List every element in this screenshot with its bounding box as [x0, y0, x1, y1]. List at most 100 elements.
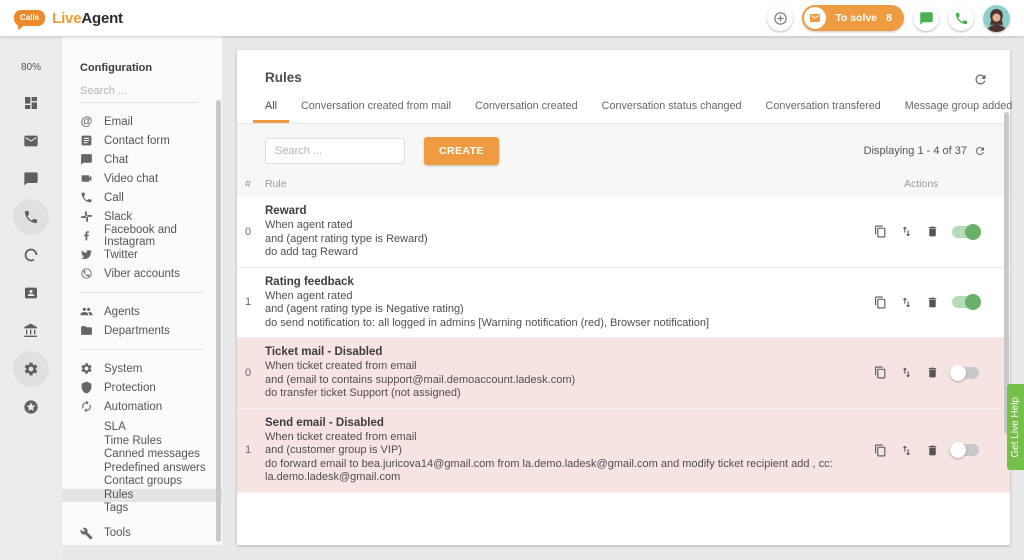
sidebar-item-call[interactable]: Call: [80, 188, 222, 207]
sidebar-item-facebook-and-instagram[interactable]: Facebook and Instagram: [80, 226, 222, 245]
rule-title: Reward: [265, 204, 864, 218]
rail-item-gear[interactable]: [13, 351, 49, 387]
sidebar-subitem-contact-groups[interactable]: Contact groups: [80, 475, 222, 489]
get-live-help-button[interactable]: Get Live Help: [1007, 384, 1024, 470]
refresh-icon[interactable]: [973, 72, 988, 87]
sidebar-item-email[interactable]: @Email: [80, 112, 222, 131]
sidebar-item-label: Slack: [104, 211, 132, 223]
sidebar-item-protection[interactable]: Protection: [80, 378, 222, 397]
rules-list: 0RewardWhen agent ratedand (agent rating…: [237, 197, 1010, 493]
rail-item-star-circle[interactable]: [13, 389, 49, 425]
sidebar-scrollbar[interactable]: [216, 100, 221, 542]
sidebar-subitem-tags[interactable]: Tags: [80, 502, 222, 516]
rule-trash-button[interactable]: [926, 296, 939, 309]
rule-sort-button[interactable]: [900, 225, 913, 238]
sort-icon: [900, 225, 913, 238]
sidebar-subitem-rules[interactable]: Rules: [62, 489, 222, 503]
rule-trash-button[interactable]: [926, 444, 939, 457]
sidebar-item-label: Chat: [104, 154, 128, 166]
sidebar-subitem-sla[interactable]: SLA: [80, 421, 222, 435]
sidebar-item-twitter[interactable]: Twitter: [80, 245, 222, 264]
chats-button[interactable]: [913, 5, 939, 31]
add-new-button[interactable]: [767, 5, 793, 31]
rail-item-ring[interactable]: [13, 237, 49, 273]
liveagent-logo[interactable]: Calls LiveAgent: [14, 10, 123, 27]
avatar[interactable]: [983, 5, 1010, 32]
video-icon: [80, 172, 93, 185]
rule-sort-button[interactable]: [900, 444, 913, 457]
rule-trash-button[interactable]: [926, 225, 939, 238]
availability-percent: 80%: [21, 62, 41, 73]
calls-badge: Calls: [14, 10, 45, 26]
rule-copy-button[interactable]: [874, 444, 887, 457]
to-solve-button[interactable]: To solve 8: [802, 5, 904, 31]
page-title: Rules: [237, 50, 1010, 85]
column-headers: # Rule Actions: [237, 165, 1010, 197]
column-header-actions: Actions: [874, 178, 986, 190]
chat-icon: [80, 153, 93, 166]
tab-conversation-created-from-mail[interactable]: Conversation created from mail: [289, 100, 463, 123]
gear-icon: [80, 362, 93, 375]
left-rail-items: [13, 85, 49, 427]
chat-icon: [23, 171, 39, 187]
rail-item-mail[interactable]: [13, 123, 49, 159]
to-solve-count: 8: [886, 12, 892, 24]
rule-sort-button[interactable]: [900, 296, 913, 309]
sidebar-subitem-predefined-answers[interactable]: Predefined answers: [80, 462, 222, 476]
rail-item-chat[interactable]: [13, 161, 49, 197]
rule-sort-button[interactable]: [900, 366, 913, 379]
rule-trash-button[interactable]: [926, 366, 939, 379]
tab-conversation-created[interactable]: Conversation created: [463, 100, 590, 123]
sidebar-item-video-chat[interactable]: Video chat: [80, 169, 222, 188]
rule-row[interactable]: 0RewardWhen agent ratedand (agent rating…: [237, 197, 1010, 268]
shield-icon: [80, 381, 93, 394]
sidebar-item-automation[interactable]: Automation: [80, 397, 222, 416]
rule-condition-line: and (email to contains support@mail.demo…: [265, 374, 864, 388]
rule-condition-line: When ticket created from email: [265, 360, 864, 374]
sidebar-search-input[interactable]: [80, 79, 198, 103]
tab-conversation-status-changed[interactable]: Conversation status changed: [590, 100, 754, 123]
rail-item-dashboard[interactable]: [13, 85, 49, 121]
sidebar-item-system[interactable]: System: [80, 359, 222, 378]
sidebar-item-contact-form[interactable]: Contact form: [80, 131, 222, 150]
rule-enabled-toggle[interactable]: [952, 444, 979, 456]
calls-button[interactable]: [948, 5, 974, 31]
sidebar-subitem-canned-messages[interactable]: Canned messages: [80, 448, 222, 462]
rule-condition-line: and (agent rating type is Negative ratin…: [265, 303, 864, 317]
sidebar-item-label: Automation: [104, 401, 162, 413]
toggle-knob: [950, 365, 966, 381]
rule-summary: RewardWhen agent ratedand (agent rating …: [265, 204, 874, 260]
sidebar-item-label: Contact form: [104, 135, 170, 147]
sidebar-item-agents[interactable]: Agents: [80, 302, 222, 321]
sidebar-item-departments[interactable]: Departments: [80, 321, 222, 340]
rule-copy-button[interactable]: [874, 366, 887, 379]
agents-icon: [80, 305, 93, 318]
refresh-icon[interactable]: [974, 145, 986, 157]
tab-conversation-transfered[interactable]: Conversation transfered: [754, 100, 893, 123]
tab-all[interactable]: All: [253, 100, 289, 123]
column-header-rule: Rule: [265, 178, 874, 190]
rail-item-phone[interactable]: [13, 199, 49, 235]
create-button[interactable]: CREATE: [424, 137, 499, 165]
rule-enabled-toggle[interactable]: [952, 296, 979, 308]
rule-row[interactable]: 1Send email - DisabledWhen ticket create…: [237, 409, 1010, 493]
rule-copy-button[interactable]: [874, 296, 887, 309]
sidebar-item-label: Agents: [104, 306, 140, 318]
rule-order: 1: [245, 275, 265, 331]
sidebar-item-viber-accounts[interactable]: Viber accounts: [80, 264, 222, 283]
rail-item-bank[interactable]: [13, 313, 49, 349]
to-solve-label: To solve: [835, 12, 877, 24]
rules-search-input[interactable]: [265, 138, 405, 164]
rule-row[interactable]: 0Ticket mail - DisabledWhen ticket creat…: [237, 338, 1010, 409]
rule-condition-line: do forward email to bea.juricova14@gmail…: [265, 458, 864, 485]
rail-item-contact-card[interactable]: [13, 275, 49, 311]
rule-copy-button[interactable]: [874, 225, 887, 238]
sidebar-item-tools[interactable]: Tools: [80, 524, 222, 543]
rule-enabled-toggle[interactable]: [952, 226, 979, 238]
rule-enabled-toggle[interactable]: [952, 367, 979, 379]
sidebar-item-chat[interactable]: Chat: [80, 150, 222, 169]
rule-row[interactable]: 1Rating feedbackWhen agent ratedand (age…: [237, 268, 1010, 339]
rule-order: 0: [245, 204, 265, 260]
sidebar-item-label: System: [104, 363, 142, 375]
sidebar-subitem-time-rules[interactable]: Time Rules: [80, 435, 222, 449]
